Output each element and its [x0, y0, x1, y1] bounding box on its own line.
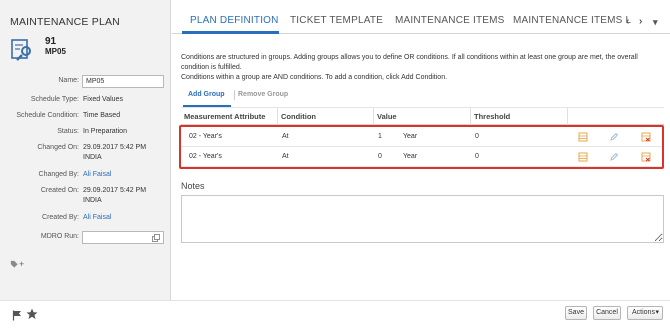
plan-code: MP05 [45, 47, 66, 56]
actions-button[interactable]: Actions ▾ [627, 306, 663, 320]
changed-on-label: Changed On: [37, 144, 79, 151]
tab-more-icon[interactable]: ▾ [653, 17, 658, 28]
description-line-1: Conditions are structured in groups. Add… [181, 54, 638, 71]
column-divider [567, 108, 568, 126]
description-line-2: Conditions within a group are AND condit… [181, 74, 448, 81]
column-divider [373, 108, 374, 126]
chevron-down-icon: ▾ [655, 309, 659, 316]
tab-ticket-template[interactable]: TICKET TEMPLATE [290, 15, 383, 26]
created-on-label: Created On: [40, 187, 79, 194]
conditions-description: Conditions are structured in groups. Add… [181, 53, 661, 83]
table-header: Measurement Attribute Condition Value Th… [181, 107, 664, 126]
column-header-threshold[interactable]: Threshold [474, 112, 510, 121]
schedule-condition-value: Time Based [83, 112, 121, 119]
notes-textarea[interactable] [181, 195, 664, 243]
remove-group-button[interactable]: Remove Group [238, 91, 288, 98]
changed-on-timezone: INDIA [83, 154, 102, 161]
created-by-label: Created By: [42, 214, 79, 221]
tab-plan-definition[interactable]: PLAN DEFINITION [190, 15, 279, 26]
mdro-run-input[interactable] [82, 231, 164, 244]
plan-number: 91 [45, 36, 57, 47]
name-label: Name: [58, 77, 79, 84]
column-header-attribute[interactable]: Measurement Attribute [184, 112, 265, 121]
created-on-value: 29.09.2017 5:42 PM [83, 187, 147, 194]
plan-header-panel: MAINTENANCE PLAN 91 MP05 Name: Schedule … [0, 0, 171, 300]
star-icon[interactable] [26, 308, 38, 320]
schedule-condition-label: Schedule Condition: [16, 112, 79, 119]
active-tab-indicator [182, 31, 279, 34]
tab-prev-icon[interactable]: ‹ [626, 16, 629, 27]
status-value: In Preparation [83, 128, 127, 135]
cancel-button[interactable]: Cancel [593, 306, 621, 320]
tab-maintenance-items[interactable]: MAINTENANCE ITEMS [395, 15, 505, 26]
tab-next-icon[interactable]: › [639, 16, 642, 27]
tag-plus-label: + [19, 259, 25, 269]
value-help-icon[interactable] [152, 234, 160, 242]
schedule-type-value: Fixed Values [83, 96, 123, 103]
column-divider [470, 108, 471, 126]
tab-maintenance-items-l[interactable]: MAINTENANCE ITEMS L [513, 15, 631, 26]
add-group-button[interactable]: Add Group [188, 91, 225, 98]
save-button[interactable]: Save [565, 306, 587, 320]
actions-label: Actions [632, 309, 655, 316]
schedule-type-label: Schedule Type: [30, 96, 79, 103]
created-on-timezone: INDIA [83, 197, 102, 204]
tag-add-icon[interactable]: + [10, 259, 28, 270]
page-title: MAINTENANCE PLAN [10, 16, 120, 28]
toolbar-divider [234, 90, 235, 100]
highlight-box [179, 125, 664, 169]
changed-by-label: Changed By: [38, 171, 79, 178]
changed-by-link[interactable]: Ali Faisal [83, 170, 111, 180]
main-content: PLAN DEFINITION TICKET TEMPLATE MAINTENA… [172, 0, 670, 300]
mdro-run-label: MDRO Run: [40, 233, 79, 240]
notes-label: Notes [181, 181, 205, 191]
column-divider [277, 108, 278, 126]
flag-icon[interactable] [12, 310, 22, 321]
maintenance-plan-icon [11, 39, 31, 61]
changed-on-value: 29.09.2017 5:42 PM [83, 144, 147, 151]
tab-bar: PLAN DEFINITION TICKET TEMPLATE MAINTENA… [172, 0, 670, 34]
footer-toolbar: Save Cancel Actions ▾ [0, 300, 670, 330]
column-header-value[interactable]: Value [377, 112, 397, 121]
name-input[interactable] [82, 75, 164, 88]
created-by-link[interactable]: Ali Faisal [83, 213, 111, 223]
status-label: Status: [57, 128, 79, 135]
column-header-condition[interactable]: Condition [281, 112, 316, 121]
